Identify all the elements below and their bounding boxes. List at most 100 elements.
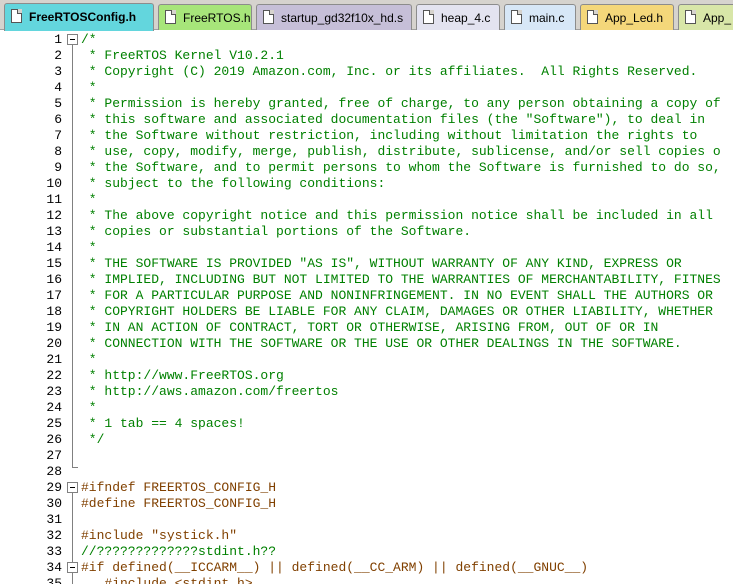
code-line: 12 * The above copyright notice and this… [0,208,733,224]
code-line: 29 #ifndef FREERTOS_CONFIG_H [0,480,733,496]
file-icon [11,9,22,23]
file-icon [263,10,274,24]
line-number: 15 [46,256,62,271]
fold-toggle-icon[interactable] [67,482,78,493]
code-line: 20 * CONNECTION WITH THE SOFTWARE OR THE… [0,336,733,352]
code-line: 23 * http://aws.amazon.com/freertos [0,384,733,400]
code-text: #define FREERTOS_CONFIG_H [81,496,277,511]
line-number: 18 [46,304,62,319]
code-line: 2 * FreeRTOS Kernel V10.2.1 [0,48,733,64]
fold-toggle-icon[interactable] [67,562,78,573]
code-text: * [81,400,97,415]
file-tab[interactable]: App_ [678,4,733,30]
code-line: 1 /* [0,32,733,48]
line-number: 32 [46,528,62,543]
code-line: 17 * FOR A PARTICULAR PURPOSE AND NONINF… [0,288,733,304]
line-number: 10 [46,176,62,191]
code-line: 16 * IMPLIED, INCLUDING BUT NOT LIMITED … [0,272,733,288]
file-tab-label: App_ [703,11,732,25]
line-number: 24 [46,400,62,415]
code-text: //?????????????stdint.h?? [81,544,277,559]
code-text: * 1 tab == 4 spaces! [81,416,245,431]
code-line: 33 //?????????????stdint.h?? [0,544,733,560]
code-line: 13 * copies or substantial portions of t… [0,224,733,240]
code-text: #include <stdint.h> [81,576,253,584]
line-number: 1 [54,32,62,47]
file-tab-label: FreeRTOSConfig.h [29,10,137,24]
code-line: 27 [0,448,733,464]
code-text: * [81,192,97,207]
file-tab[interactable]: main.c [504,4,576,30]
code-text: * copies or substantial portions of the … [81,224,472,239]
code-line: 22 * http://www.FreeRTOS.org [0,368,733,384]
code-line: 24 * [0,400,733,416]
code-line: 26 */ [0,432,733,448]
code-line: 18 * COPYRIGHT HOLDERS BE LIABLE FOR ANY… [0,304,733,320]
code-text: * http://www.FreeRTOS.org [81,368,284,383]
code-text: #ifndef FREERTOS_CONFIG_H [81,480,277,495]
code-text: * CONNECTION WITH THE SOFTWARE OR THE US… [81,336,682,351]
line-number: 7 [54,128,62,143]
file-tab-label: heap_4.c [441,11,491,25]
line-number: 9 [54,160,62,175]
file-icon [511,10,522,24]
file-tab[interactable]: FreeRTOS.h [158,4,252,30]
code-text: * [81,80,97,95]
file-tab-label: startup_gd32f10x_hd.s [281,11,404,25]
line-number: 29 [46,480,62,495]
code-line: 14 * [0,240,733,256]
line-number: 21 [46,352,62,367]
code-line: 15 * THE SOFTWARE IS PROVIDED "AS IS", W… [0,256,733,272]
code-text: * THE SOFTWARE IS PROVIDED "AS IS", WITH… [81,256,682,271]
code-text: * [81,352,97,367]
code-text: * use, copy, modify, merge, publish, dis… [81,144,721,159]
line-number: 13 [46,224,62,239]
line-number: 27 [46,448,62,463]
file-tab[interactable]: App_Led.h [580,4,674,30]
code-text: * the Software, and to permit persons to… [81,160,721,175]
code-text: * the Software without restriction, incl… [81,128,698,143]
file-icon [423,10,434,24]
code-editor[interactable]: 1/* 2 * FreeRTOS Kernel V10.2.1 3 * Copyri… [0,30,733,584]
code-text: #if defined(__ICCARM__) || defined(__CC_… [81,560,589,575]
line-number: 31 [46,512,62,527]
code-line: 25 * 1 tab == 4 spaces! [0,416,733,432]
line-number: 16 [46,272,62,287]
code-text: #include "systick.h" [81,528,238,543]
code-text: * FreeRTOS Kernel V10.2.1 [81,48,284,63]
file-tab-label: main.c [529,11,565,25]
line-number: 35 [46,576,62,584]
code-line: 10 * subject to the following conditions… [0,176,733,192]
code-text: * The above copyright notice and this pe… [81,208,713,223]
code-line: 32 #include "systick.h" [0,528,733,544]
line-number: 2 [54,48,62,63]
line-number: 19 [46,320,62,335]
file-tab[interactable]: FreeRTOSConfig.h [4,3,154,31]
line-number: 3 [54,64,62,79]
code-text: * subject to the following conditions: [81,176,386,191]
code-text: * [81,240,97,255]
code-text: /* [81,32,97,47]
code-line: 8 * use, copy, modify, merge, publish, d… [0,144,733,160]
code-line: 3 * Copyright (C) 2019 Amazon.com, Inc. … [0,64,733,80]
code-text: * http://aws.amazon.com/freertos [81,384,339,399]
file-tab-bar: FreeRTOSConfig.h FreeRTOS.h startup_gd32f1… [0,0,733,31]
file-icon [165,10,176,24]
line-number: 11 [46,192,62,207]
file-tab[interactable]: startup_gd32f10x_hd.s [256,4,412,30]
fold-toggle-icon[interactable] [67,34,78,45]
line-number: 14 [46,240,62,255]
file-icon [587,10,598,24]
code-line: 6 * this software and associated documen… [0,112,733,128]
file-icon [685,10,696,24]
code-line: 35 #include <stdint.h> [0,576,733,584]
code-line: 21 * [0,352,733,368]
code-text: * IN AN ACTION OF CONTRACT, TORT OR OTHE… [81,320,659,335]
line-number: 20 [46,336,62,351]
file-tab[interactable]: heap_4.c [416,4,500,30]
code-text: */ [81,432,105,447]
code-line: 31 [0,512,733,528]
line-number: 8 [54,144,62,159]
code-text: * IMPLIED, INCLUDING BUT NOT LIMITED TO … [81,272,721,287]
line-number: 25 [46,416,62,431]
